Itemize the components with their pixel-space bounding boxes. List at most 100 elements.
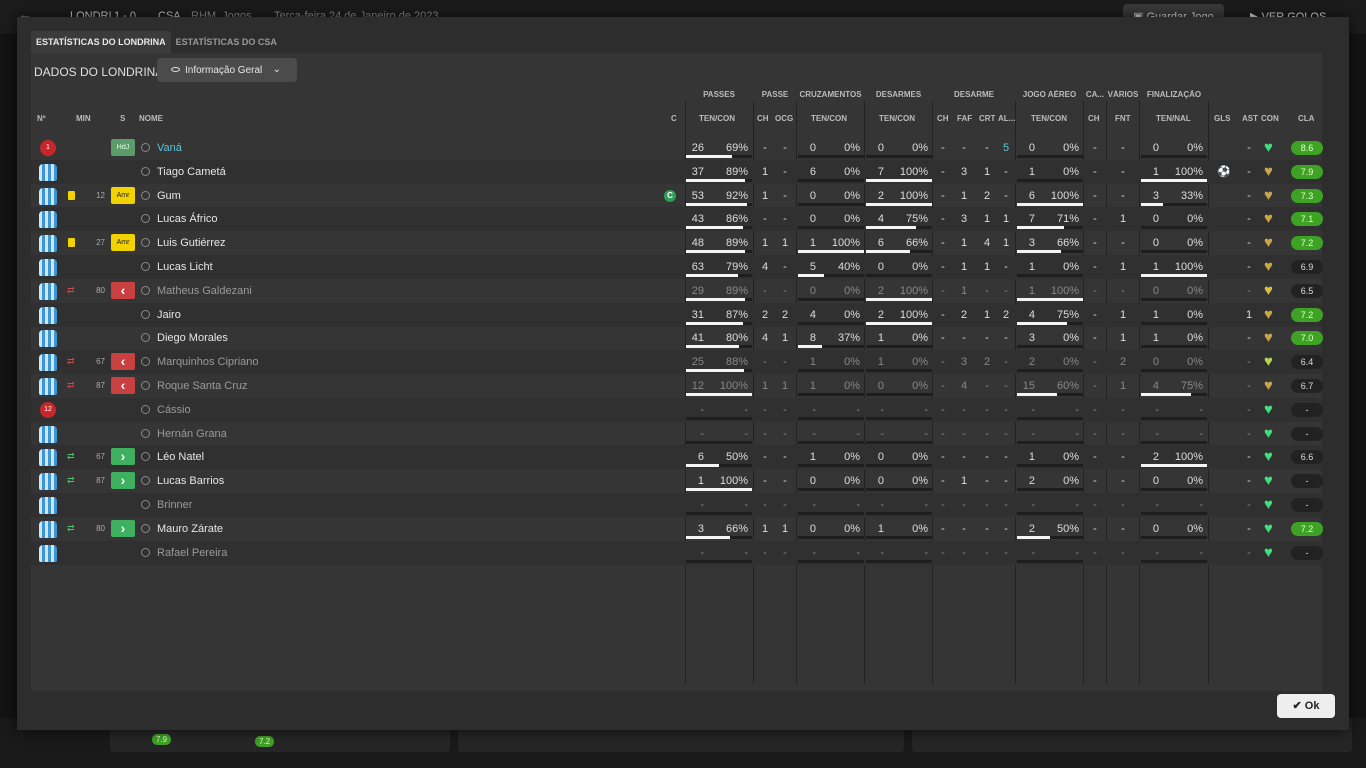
player-name[interactable]: Luis Gutiérrez [157,231,225,255]
player-profile-icon[interactable] [141,190,150,200]
progress-bar [866,178,932,182]
progress-bar [866,202,932,206]
col-header-key-tackles[interactable]: CH [937,114,949,123]
player-profile-icon[interactable] [141,333,150,343]
col-header-status[interactable]: S [120,114,125,123]
player-profile-icon[interactable] [141,166,150,176]
table-row[interactable]: ⇄ 87 › Lucas Barrios 1 100% - -0 0% 0 0% -1- -2 0% - -0… [31,469,1323,493]
player-name[interactable]: Brinner [157,493,192,517]
table-row[interactable]: Diego Morales 41 80% 4 1 8 37% 1 0% - - - -3 0% -1 1 0% -… [31,326,1323,350]
col-header-crosses-att-cmp[interactable]: TEN/CON [811,114,847,123]
player-profile-icon[interactable] [141,262,150,271]
col-header-passes-att-cmp[interactable]: TEN/CON [699,114,735,123]
col-header-captain[interactable]: C [671,114,677,123]
subbed-on-icon: › [111,448,135,466]
player-profile-icon[interactable] [141,500,150,509]
progress-bar [798,488,864,492]
goalkeeper-shirt-icon: 12 [40,401,56,418]
col-header-key-passes[interactable]: CH [757,114,769,123]
table-row[interactable]: ⇄ 80 ‹ Matheus Galdezani 29 89% - -0 0% 2 100% -1- -… [31,279,1323,303]
player-name[interactable]: Mauro Zárate [157,517,223,541]
player-profile-icon[interactable] [141,285,150,295]
player-profile-icon[interactable] [141,452,150,462]
table-row[interactable]: 27 Amr Luis Gutiérrez 48 89% 1 1 1 100% 6 66% -1 4 1 3… [31,231,1323,255]
player-profile-icon[interactable] [141,523,150,533]
col-header-rating[interactable]: CLA [1298,114,1314,123]
table-row[interactable]: 1 HdJ Vaná 26 69% - -0 0% 0 0% - - -5 0 0% - -0 0% - ♥ 8.6 [31,136,1323,160]
player-name[interactable]: Vaná [157,136,182,160]
cell-dch: - [941,546,945,559]
player-profile-icon[interactable] [141,381,150,390]
table-row[interactable]: ⇄ 87 ‹ Roque Santa Cruz 12 100% 1 1 1 0% 0 0% -4- -15… [31,374,1323,398]
progress-bar [686,202,752,206]
table-row[interactable]: Rafael Pereira - - - - - - - - - - - - - - - - - - - ♥ - [31,540,1323,565]
rating-badge: 6.7 [1291,379,1323,393]
col-header-minutes[interactable]: MIN [76,114,91,123]
cell-faf: - [962,403,966,416]
minute-value: 27 [96,238,105,248]
col-header-shots-on-target[interactable]: TEN/NAL [1156,114,1191,123]
progress-bar [1017,202,1083,206]
table-row[interactable]: ⇄ 67 › Léo Natel 6 50% - -1 0% 0 0% - - - -1 0% - -2 100% -… [31,445,1323,470]
col-header-condition[interactable]: CON [1261,114,1279,123]
table-row[interactable]: Tiago Cametá 37 89% 1-6 0% 7 100% -3 1-1 0% - -1 100… [31,159,1323,184]
player-profile-icon[interactable] [141,428,150,438]
player-name[interactable]: Diego Morales [157,326,228,350]
table-row[interactable]: Jairo 31 87% 2 2 4 0% 2 100% -2 1 2 4 75% -1 1 0% 1 ♥ 7.2 [31,302,1323,327]
player-name[interactable]: Marquinhos Cipriano [157,350,259,374]
col-header-name[interactable]: NOME [139,114,163,123]
table-row[interactable]: Lucas Áfrico 43 86% - -0 0% 4 75% -3 1 1 7 71% -1 0 0% -… [31,207,1323,232]
table-row[interactable]: Hernán Grana - - - - - - - - - - - - - - - - - - - ♥ - [31,422,1323,446]
player-name[interactable]: Lucas Áfrico [157,207,218,231]
table-row[interactable]: ⇄ 67 ‹ Marquinhos Cipriano 25 88% - -1 0% 1 0% -3 2-… [31,350,1323,375]
player-profile-icon[interactable] [141,143,150,152]
col-header-tackles-att-won[interactable]: TEN/CON [879,114,915,123]
progress-fill [1017,535,1050,539]
player-profile-icon[interactable] [141,357,150,367]
table-row[interactable]: ⇄ 80 › Mauro Zárate 3 66% 1 1 0 0% 1 0% - - - -2 50% - -0 0… [31,517,1323,541]
col-header-chances-created[interactable]: OCG [775,114,793,123]
player-name[interactable]: Roque Santa Cruz [157,374,248,398]
table-row[interactable]: 12 Amr Gum C 53 92% 1-0 0% 2 100% -1 2-6 100% - -3 33% -… [31,184,1323,208]
player-name[interactable]: Matheus Galdezani [157,279,252,303]
player-name[interactable]: Jairo [157,303,181,327]
progress-fill [866,202,932,206]
player-profile-icon[interactable] [141,309,150,319]
progress-bar [866,512,932,515]
col-header-clearances[interactable]: CRT [979,114,995,123]
player-profile-icon[interactable] [141,404,150,414]
yellow-card-badge: Amr [111,186,135,204]
progress-bar [1141,464,1207,468]
progress-bar [798,155,864,158]
player-profile-icon[interactable] [141,214,150,224]
col-header-headers-att-won[interactable]: TEN/CON [1031,114,1067,123]
player-profile-icon[interactable] [141,547,150,557]
player-name[interactable]: Cássio [157,398,191,422]
col-header-fouls[interactable]: FAF [957,114,972,123]
table-row[interactable]: 12 Cássio - - - - - - - - - - - - - - - - - - - ♥ - [31,397,1323,422]
player-name[interactable]: Lucas Licht [157,255,213,279]
player-name[interactable]: Léo Natel [157,445,204,469]
player-name[interactable]: Rafael Pereira [157,541,227,565]
tab-csa-stats[interactable]: ESTATÍSTICAS DO CSA [171,31,282,53]
col-header-goals[interactable]: GLS [1214,114,1230,123]
cell-ocg: - [783,403,787,416]
col-header-number[interactable]: Nº [37,114,46,123]
player-profile-icon[interactable] [141,476,150,486]
col-header-al[interactable]: AL... [998,114,1015,123]
col-header-fnt[interactable]: FNT [1115,114,1131,123]
ok-button[interactable]: ✔ Ok [1277,694,1335,718]
player-name[interactable]: Gum [157,184,181,208]
player-name[interactable]: Hernán Grana [157,422,227,446]
table-row[interactable]: Lucas Licht 63 79% 4-5 40% 0 0% -1 1-1 0% -1 1 100% -… [31,255,1323,279]
col-header-cards-ch[interactable]: CH [1088,114,1100,123]
player-profile-icon[interactable] [141,238,150,248]
col-header-assists[interactable]: AST [1242,114,1258,123]
player-name[interactable]: Tiago Cametá [157,160,226,184]
tab-londrina-stats[interactable]: ESTATÍSTICAS DO LONDRINA [31,31,171,53]
table-row[interactable]: Brinner - - - - - - - - - - - - - - - - - - - ♥ - [31,493,1323,517]
player-name[interactable]: Lucas Barrios [157,469,224,493]
cell-ch: 1 [761,380,769,392]
view-dropdown[interactable]: Informação Geral ⌄ [157,58,297,82]
shirt-icon [39,520,57,538]
